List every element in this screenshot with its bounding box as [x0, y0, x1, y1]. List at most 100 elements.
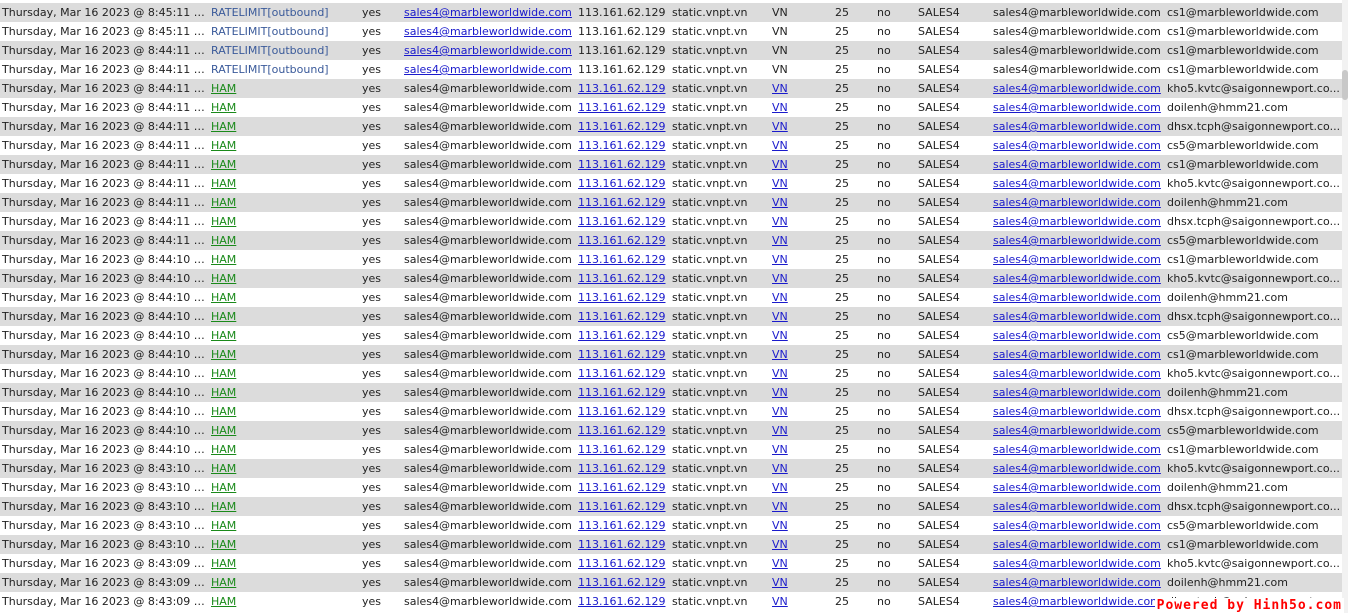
cell-from-text[interactable]: sales4@marbleworldwide.com: [993, 576, 1161, 589]
cell-from-text[interactable]: sales4@marbleworldwide.com: [993, 139, 1161, 152]
cell-from-text[interactable]: sales4@marbleworldwide.com: [993, 538, 1161, 551]
cell-country-text[interactable]: VN: [772, 196, 788, 209]
cell-type-text[interactable]: HAM: [211, 101, 236, 114]
cell-ip-text[interactable]: 113.161.62.129: [578, 348, 665, 361]
cell-country-text[interactable]: VN: [772, 405, 788, 418]
cell-ip-text[interactable]: 113.161.62.129: [578, 500, 665, 513]
cell-sender-text[interactable]: sales4@marbleworldwide.com: [404, 44, 572, 57]
cell-type-text[interactable]: HAM: [211, 272, 236, 285]
cell-type-text[interactable]: HAM: [211, 177, 236, 190]
cell-country-text[interactable]: VN: [772, 177, 788, 190]
cell-type-text[interactable]: HAM: [211, 291, 236, 304]
cell-from-text[interactable]: sales4@marbleworldwide.com: [993, 519, 1161, 532]
cell-ip-text[interactable]: 113.161.62.129: [578, 310, 665, 323]
cell-type-text[interactable]: RATELIMIT[outbound]: [211, 63, 329, 76]
cell-ip-text[interactable]: 113.161.62.129: [578, 120, 665, 133]
cell-type-text[interactable]: HAM: [211, 500, 236, 513]
cell-type-text[interactable]: HAM: [211, 234, 236, 247]
cell-type-text[interactable]: RATELIMIT[outbound]: [211, 44, 329, 57]
cell-from-text[interactable]: sales4@marbleworldwide.com: [993, 348, 1161, 361]
cell-type-text[interactable]: HAM: [211, 405, 236, 418]
cell-ip-text[interactable]: 113.161.62.129: [578, 177, 665, 190]
cell-ip-text[interactable]: 113.161.62.129: [578, 329, 665, 342]
cell-country-text[interactable]: VN: [772, 462, 788, 475]
cell-type-text[interactable]: HAM: [211, 462, 236, 475]
cell-ip-text[interactable]: 113.161.62.129: [578, 253, 665, 266]
cell-type-text[interactable]: HAM: [211, 424, 236, 437]
cell-type-text[interactable]: HAM: [211, 576, 236, 589]
scrollbar-thumb[interactable]: [1342, 70, 1348, 100]
cell-country-text[interactable]: VN: [772, 348, 788, 361]
cell-type-text[interactable]: HAM: [211, 158, 236, 171]
cell-ip-text[interactable]: 113.161.62.129: [578, 215, 665, 228]
cell-ip-text[interactable]: 113.161.62.129: [578, 405, 665, 418]
cell-from-text[interactable]: sales4@marbleworldwide.com: [993, 253, 1161, 266]
cell-ip-text[interactable]: 113.161.62.129: [578, 82, 665, 95]
cell-type-text[interactable]: HAM: [211, 595, 236, 608]
cell-from-text[interactable]: sales4@marbleworldwide.com: [993, 177, 1161, 190]
cell-country-text[interactable]: VN: [772, 443, 788, 456]
cell-from-text[interactable]: sales4@marbleworldwide.com: [993, 595, 1161, 608]
cell-country-text[interactable]: VN: [772, 310, 788, 323]
cell-from-text[interactable]: sales4@marbleworldwide.com: [993, 557, 1161, 570]
cell-from-text[interactable]: sales4@marbleworldwide.com: [993, 234, 1161, 247]
vertical-scrollbar[interactable]: [1342, 0, 1348, 613]
cell-ip-text[interactable]: 113.161.62.129: [578, 291, 665, 304]
cell-country-text[interactable]: VN: [772, 595, 788, 608]
cell-from-text[interactable]: sales4@marbleworldwide.com: [993, 310, 1161, 323]
cell-type-text[interactable]: HAM: [211, 519, 236, 532]
cell-from-text[interactable]: sales4@marbleworldwide.com: [993, 215, 1161, 228]
cell-country-text[interactable]: VN: [772, 215, 788, 228]
cell-country-text[interactable]: VN: [772, 481, 788, 494]
cell-type-text[interactable]: HAM: [211, 481, 236, 494]
cell-ip-text[interactable]: 113.161.62.129: [578, 424, 665, 437]
cell-ip-text[interactable]: 113.161.62.129: [578, 576, 665, 589]
cell-sender-text[interactable]: sales4@marbleworldwide.com: [404, 25, 572, 38]
cell-from-text[interactable]: sales4@marbleworldwide.com: [993, 101, 1161, 114]
cell-country-text[interactable]: VN: [772, 272, 788, 285]
cell-country-text[interactable]: VN: [772, 538, 788, 551]
cell-country-text[interactable]: VN: [772, 291, 788, 304]
cell-country-text[interactable]: VN: [772, 576, 788, 589]
cell-ip-text[interactable]: 113.161.62.129: [578, 443, 665, 456]
cell-type-text[interactable]: HAM: [211, 120, 236, 133]
cell-ip-text[interactable]: 113.161.62.129: [578, 196, 665, 209]
cell-type-text[interactable]: HAM: [211, 348, 236, 361]
cell-ip-text[interactable]: 113.161.62.129: [578, 557, 665, 570]
cell-type-text[interactable]: HAM: [211, 386, 236, 399]
cell-type-text[interactable]: HAM: [211, 139, 236, 152]
cell-type-text[interactable]: HAM: [211, 443, 236, 456]
cell-country-text[interactable]: VN: [772, 367, 788, 380]
cell-ip-text[interactable]: 113.161.62.129: [578, 139, 665, 152]
cell-ip-text[interactable]: 113.161.62.129: [578, 367, 665, 380]
cell-ip-text[interactable]: 113.161.62.129: [578, 234, 665, 247]
cell-from-text[interactable]: sales4@marbleworldwide.com: [993, 405, 1161, 418]
cell-ip-text[interactable]: 113.161.62.129: [578, 272, 665, 285]
cell-from-text[interactable]: sales4@marbleworldwide.com: [993, 196, 1161, 209]
cell-type-text[interactable]: HAM: [211, 329, 236, 342]
cell-from-text[interactable]: sales4@marbleworldwide.com: [993, 158, 1161, 171]
cell-type-text[interactable]: HAM: [211, 557, 236, 570]
cell-ip-text[interactable]: 113.161.62.129: [578, 595, 665, 608]
cell-country-text[interactable]: VN: [772, 139, 788, 152]
cell-from-text[interactable]: sales4@marbleworldwide.com: [993, 481, 1161, 494]
cell-type-text[interactable]: HAM: [211, 538, 236, 551]
cell-ip-text[interactable]: 113.161.62.129: [578, 481, 665, 494]
cell-country-text[interactable]: VN: [772, 82, 788, 95]
cell-from-text[interactable]: sales4@marbleworldwide.com: [993, 120, 1161, 133]
cell-country-text[interactable]: VN: [772, 329, 788, 342]
cell-from-text[interactable]: sales4@marbleworldwide.com: [993, 462, 1161, 475]
cell-country-text[interactable]: VN: [772, 519, 788, 532]
cell-from-text[interactable]: sales4@marbleworldwide.com: [993, 367, 1161, 380]
cell-country-text[interactable]: VN: [772, 101, 788, 114]
cell-ip-text[interactable]: 113.161.62.129: [578, 158, 665, 171]
cell-country-text[interactable]: VN: [772, 253, 788, 266]
cell-from-text[interactable]: sales4@marbleworldwide.com: [993, 329, 1161, 342]
cell-sender-text[interactable]: sales4@marbleworldwide.com: [404, 63, 572, 76]
cell-country-text[interactable]: VN: [772, 158, 788, 171]
cell-country-text[interactable]: VN: [772, 424, 788, 437]
cell-from-text[interactable]: sales4@marbleworldwide.com: [993, 443, 1161, 456]
cell-country-text[interactable]: VN: [772, 500, 788, 513]
cell-type-text[interactable]: HAM: [211, 82, 236, 95]
cell-ip-text[interactable]: 113.161.62.129: [578, 101, 665, 114]
